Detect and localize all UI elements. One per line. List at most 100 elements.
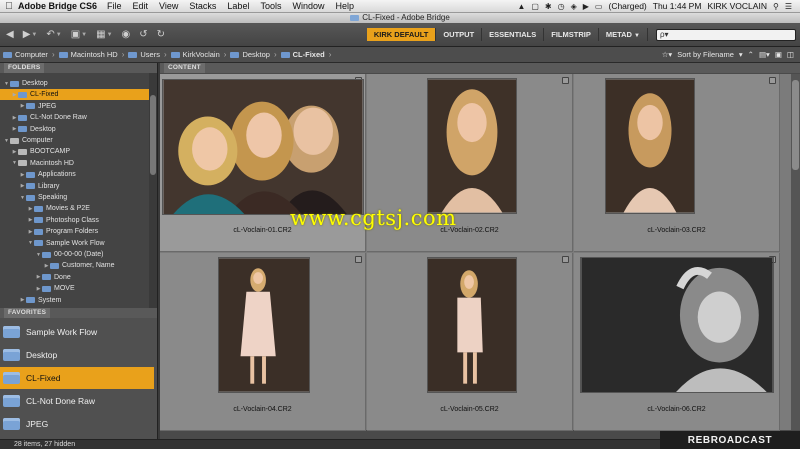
time-machine-icon[interactable]: ◷: [558, 2, 565, 11]
thumbnail-badge-icon[interactable]: [769, 77, 776, 84]
favorite-item[interactable]: CL-Fixed: [0, 367, 154, 389]
folder-tree-item[interactable]: ▶ MOVE: [0, 283, 149, 294]
app-menu[interactable]: Adobe Bridge CS6: [18, 1, 97, 11]
disclosure-closed-icon[interactable]: ▶: [27, 217, 34, 223]
workspace-output[interactable]: OUTPUT: [436, 28, 483, 41]
disclosure-open-icon[interactable]: ▼: [27, 240, 34, 246]
breadcrumb-separator-icon[interactable]: ›: [329, 50, 332, 59]
menu-tools[interactable]: Tools: [260, 1, 281, 11]
folder-tree-item[interactable]: ▼ 00-00-00 (Date): [0, 249, 149, 260]
folder-tree-item[interactable]: ▶ System: [0, 295, 149, 306]
folder-tree-item[interactable]: ▶ CL-Fixed: [0, 89, 149, 101]
upload-icon[interactable]: ▲: [517, 2, 525, 11]
user-name[interactable]: KIRK VOCLAIN: [707, 1, 767, 11]
workspace-metadata[interactable]: METAD ▼: [599, 28, 648, 41]
folder-tree-item[interactable]: ▶ Applications: [0, 169, 149, 180]
folder-tree-item[interactable]: ▶ CL-Not Done Raw: [0, 112, 149, 123]
thumbnail-badge-icon[interactable]: [562, 77, 569, 84]
menu-edit[interactable]: Edit: [133, 1, 149, 11]
camera-icon[interactable]: ▣ ▼: [68, 28, 90, 42]
disclosure-closed-icon[interactable]: ▶: [35, 286, 42, 292]
search-input[interactable]: ρ▾: [656, 28, 796, 41]
folder-tree-item[interactable]: ▶ Done: [0, 272, 149, 283]
disclosure-closed-icon[interactable]: ▶: [43, 263, 50, 269]
notification-list-icon[interactable]: ☰: [785, 2, 792, 11]
folder-tree-item[interactable]: ▼ Desktop: [0, 78, 149, 89]
workspace-essentials[interactable]: ESSENTIALS: [482, 28, 545, 41]
folder-tree-item[interactable]: ▶ Movies & P2E: [0, 203, 149, 214]
folder-tree-item[interactable]: ▶ Customer, Name: [0, 260, 149, 271]
sort-dropdown[interactable]: Sort by Filename: [677, 50, 734, 59]
star-filter-icon[interactable]: ☆▾: [662, 50, 673, 59]
rotate-right-icon[interactable]: ↻: [154, 28, 168, 42]
favorites-panel-tab[interactable]: FAVORITES: [0, 308, 157, 318]
open-in-camera-raw-icon[interactable]: ◉: [119, 28, 134, 42]
new-folder-icon[interactable]: ▣: [775, 50, 782, 59]
breadcrumb-cl-fixed[interactable]: CL-Fixed: [280, 50, 325, 59]
disclosure-closed-icon[interactable]: ▶: [19, 103, 26, 109]
back-icon[interactable]: ◀: [3, 28, 17, 42]
breadcrumb-computer[interactable]: Computer: [3, 50, 48, 59]
volume-icon[interactable]: ▶: [583, 2, 589, 11]
bluetooth-icon[interactable]: ✱: [545, 2, 552, 11]
clock[interactable]: Thu 1:44 PM: [653, 1, 702, 11]
thumbnail-cell[interactable]: cL-Voclain-04.CR2: [160, 253, 366, 431]
folders-scrollbar-thumb[interactable]: [150, 95, 156, 175]
disclosure-closed-icon[interactable]: ▶: [19, 183, 26, 189]
menu-window[interactable]: Window: [292, 1, 324, 11]
breadcrumb-separator-icon[interactable]: ›: [224, 50, 227, 59]
disclosure-open-icon[interactable]: ▼: [3, 81, 10, 87]
spotlight-icon[interactable]: ⚲: [773, 2, 779, 11]
folder-tree-item[interactable]: ▶ Program Folders: [0, 226, 149, 237]
folder-tree-item[interactable]: ▶ Desktop: [0, 124, 149, 135]
thumbnail-cell[interactable]: cL-Voclain-05.CR2: [367, 253, 573, 431]
thumbnail-cell[interactable]: cL-Voclain-03.CR2: [574, 74, 780, 252]
display-icon[interactable]: ▢: [531, 2, 539, 11]
disclosure-closed-icon[interactable]: ▶: [11, 126, 18, 132]
trash-icon[interactable]: ◫: [787, 50, 794, 59]
breadcrumb-separator-icon[interactable]: ›: [164, 50, 167, 59]
disclosure-closed-icon[interactable]: ▶: [19, 172, 26, 178]
breadcrumb-users[interactable]: Users: [128, 50, 160, 59]
disclosure-closed-icon[interactable]: ▶: [27, 206, 34, 212]
disclosure-closed-icon[interactable]: ▶: [11, 149, 18, 155]
breadcrumb-desktop[interactable]: Desktop: [230, 50, 270, 59]
breadcrumb-kirkvoclain[interactable]: KirkVoclain: [170, 50, 220, 59]
menu-view[interactable]: View: [159, 1, 178, 11]
disclosure-closed-icon[interactable]: ▶: [11, 115, 18, 121]
folder-tree-item[interactable]: ▶ BOOTCAMP: [0, 146, 149, 157]
thumbnail-badge-icon[interactable]: [562, 256, 569, 263]
disclosure-closed-icon[interactable]: ▶: [19, 297, 26, 303]
workspace-kirk-default[interactable]: KIRK DEFAULT: [366, 28, 437, 41]
disclosure-closed-icon[interactable]: ▶: [11, 92, 18, 98]
breadcrumb-separator-icon[interactable]: ›: [122, 50, 125, 59]
folders-panel-tab[interactable]: FOLDERS: [0, 63, 157, 73]
thumbnail-cell[interactable]: cL-Voclain-06.CR2: [574, 253, 780, 431]
menu-label[interactable]: Label: [227, 1, 249, 11]
favorite-item[interactable]: Sample Work Flow: [0, 321, 154, 343]
apple-icon[interactable]: : [0, 1, 18, 12]
content-scrollbar[interactable]: [791, 74, 800, 430]
favorite-item[interactable]: JPEG: [0, 413, 154, 435]
wifi-icon[interactable]: ◈: [571, 2, 577, 11]
folder-tree-item[interactable]: ▼ Sample Work Flow: [0, 238, 149, 249]
recent-files-icon[interactable]: ▤▾: [759, 50, 770, 59]
disclosure-open-icon[interactable]: ▼: [35, 252, 42, 258]
content-scrollbar-thumb[interactable]: [792, 80, 799, 170]
folder-tree-item[interactable]: ▼ Speaking: [0, 192, 149, 203]
breadcrumb-macintosh-hd[interactable]: Macintosh HD: [58, 50, 118, 59]
workspace-filmstrip[interactable]: FILMSTRIP: [544, 28, 599, 41]
disclosure-open-icon[interactable]: ▼: [3, 138, 10, 144]
forward-icon[interactable]: ▶ ▼: [20, 28, 41, 42]
disclosure-open-icon[interactable]: ▼: [19, 195, 26, 201]
folder-tree-item[interactable]: ▼ Macintosh HD: [0, 158, 149, 169]
favorite-item[interactable]: Desktop: [0, 344, 154, 366]
breadcrumb-separator-icon[interactable]: ›: [52, 50, 55, 59]
chevron-down-icon[interactable]: ▾: [739, 50, 743, 59]
rotate-left-icon[interactable]: ↺: [136, 28, 150, 42]
folder-tree-item[interactable]: ▶ JPEG: [0, 101, 149, 112]
thumbnail-badge-icon[interactable]: [355, 256, 362, 263]
disclosure-closed-icon[interactable]: ▶: [35, 274, 42, 280]
menu-file[interactable]: File: [107, 1, 122, 11]
menu-stacks[interactable]: Stacks: [189, 1, 216, 11]
